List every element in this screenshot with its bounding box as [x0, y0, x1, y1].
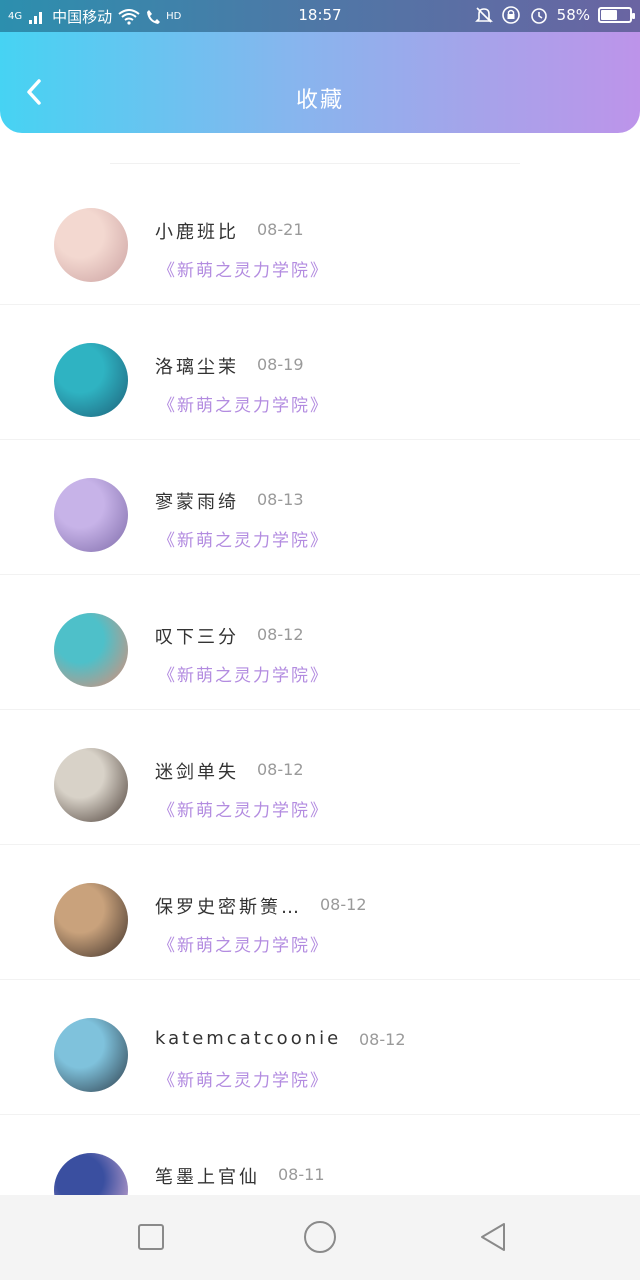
book-title-link[interactable]: 《新萌之灵力学院》 — [158, 661, 329, 686]
book-title-link[interactable]: 《新萌之灵力学院》 — [158, 391, 329, 416]
lock-rotation-icon — [501, 6, 520, 24]
list-item[interactable]: 叹下三分 08-12 《新萌之灵力学院》 — [0, 575, 640, 710]
username: 迷剑单失 — [155, 762, 239, 783]
book-title-link[interactable]: 《新萌之灵力学院》 — [158, 256, 329, 281]
recent-apps-button[interactable] — [131, 1217, 171, 1257]
battery-fill — [601, 10, 617, 20]
system-nav-bar — [0, 1195, 640, 1280]
date-label: 08-12 — [359, 1030, 406, 1049]
triangle-back-icon — [481, 1223, 505, 1251]
avatar[interactable] — [54, 883, 128, 957]
book-title-link[interactable]: 《新萌之灵力学院》 — [158, 931, 329, 956]
list-item[interactable]: 迷剑单失 08-12 《新萌之灵力学院》 — [0, 710, 640, 845]
date-label: 08-11 — [278, 1165, 325, 1184]
username: 保罗史密斯箦… — [155, 897, 302, 918]
username: 小鹿班比 — [155, 222, 239, 243]
list-item[interactable]: 笔墨上官仙 08-11 — [0, 1115, 640, 1195]
username: 笔墨上官仙 — [155, 1167, 260, 1188]
date-label: 08-12 — [257, 625, 304, 644]
bell-muted-icon — [474, 7, 493, 23]
date-label: 08-12 — [257, 760, 304, 779]
avatar[interactable] — [54, 208, 128, 282]
divider — [110, 163, 520, 164]
battery-percent: 58% — [556, 6, 590, 24]
book-title-link[interactable]: 《新萌之灵力学院》 — [158, 796, 329, 821]
avatar[interactable] — [54, 748, 128, 822]
home-button[interactable] — [300, 1217, 340, 1257]
book-title-link[interactable]: 《新萌之灵力学院》 — [158, 1066, 329, 1091]
date-label: 08-19 — [257, 355, 304, 374]
book-title-link[interactable]: 《新萌之灵力学院》 — [158, 526, 329, 551]
date-label: 08-12 — [320, 895, 367, 914]
avatar[interactable] — [54, 613, 128, 687]
page-header: 收藏 — [0, 32, 640, 133]
battery-icon — [598, 7, 635, 23]
date-label: 08-21 — [257, 220, 304, 239]
avatar[interactable] — [54, 1153, 128, 1195]
favorites-list[interactable]: 小鹿班比 08-21 《新萌之灵力学院》 洛璃尘茉 08-19 《新萌之灵力学院》 寥蒙雨绮… — [0, 135, 640, 1195]
square-icon — [138, 1224, 164, 1250]
list-item[interactable]: 洛璃尘茉 08-19 《新萌之灵力学院》 — [0, 305, 640, 440]
page-title: 收藏 — [295, 88, 344, 113]
circle-icon — [304, 1221, 336, 1253]
avatar[interactable] — [54, 1018, 128, 1092]
status-bar: 4G 中国移动 HD 18:57 58% — [0, 0, 640, 32]
list-item[interactable]: katemcatcoonie 08-12 《新萌之灵力学院》 — [0, 980, 640, 1115]
list-item[interactable]: 寥蒙雨绮 08-13 《新萌之灵力学院》 — [0, 440, 640, 575]
username: 寥蒙雨绮 — [155, 492, 239, 513]
avatar[interactable] — [54, 343, 128, 417]
list-item[interactable]: 保罗史密斯箦… 08-12 《新萌之灵力学院》 — [0, 845, 640, 980]
alarm-icon — [530, 8, 547, 24]
avatar[interactable] — [54, 478, 128, 552]
username: katemcatcoonie — [155, 1028, 342, 1049]
username: 洛璃尘茉 — [155, 357, 239, 378]
username: 叹下三分 — [155, 627, 239, 648]
back-nav-button[interactable] — [473, 1217, 513, 1257]
date-label: 08-13 — [257, 490, 304, 509]
list-item[interactable]: 小鹿班比 08-21 《新萌之灵力学院》 — [0, 170, 640, 305]
